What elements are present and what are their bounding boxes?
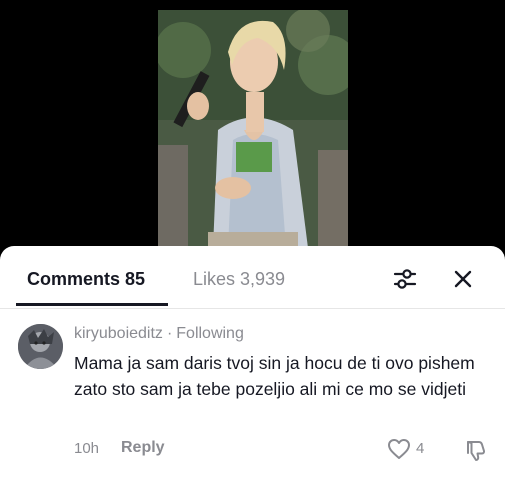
comment-username[interactable]: kiryuboieditz (74, 325, 163, 342)
active-tab-indicator (16, 303, 168, 306)
like-count: 4 (416, 440, 425, 457)
filter-sliders-icon (393, 269, 417, 289)
avatar[interactable] (18, 324, 63, 369)
following-label: Following (176, 325, 244, 342)
comment-actions: 10h Reply 4 (74, 438, 494, 462)
heart-icon[interactable] (387, 438, 411, 460)
reply-button[interactable]: Reply (121, 439, 165, 457)
meta-separator: · (166, 325, 173, 342)
comments-sheet: Comments 85 Likes 3,939 kiryuboieditz · … (0, 246, 505, 486)
comment-item: kiryuboieditz · Following Mama ja sam dari… (0, 308, 505, 486)
filter-button[interactable] (390, 264, 420, 294)
tab-likes[interactable]: Likes 3,939 (193, 268, 285, 290)
avatar-image (18, 324, 63, 369)
close-button[interactable] (448, 264, 478, 294)
comment-time: 10h (74, 440, 100, 457)
tab-comments[interactable]: Comments 85 (27, 268, 145, 290)
video-thumbnail[interactable] (158, 10, 348, 248)
close-icon (454, 270, 472, 288)
comment-text: Mama ja sam daris tvoj sin ja hocu de ti… (74, 353, 475, 399)
video-area[interactable] (0, 0, 505, 260)
comment-meta: kiryuboieditz · Following (74, 324, 244, 344)
video-scene (158, 10, 348, 248)
thumbs-down-icon[interactable] (464, 438, 488, 462)
comments-tab-bar: Comments 85 Likes 3,939 (0, 246, 505, 309)
